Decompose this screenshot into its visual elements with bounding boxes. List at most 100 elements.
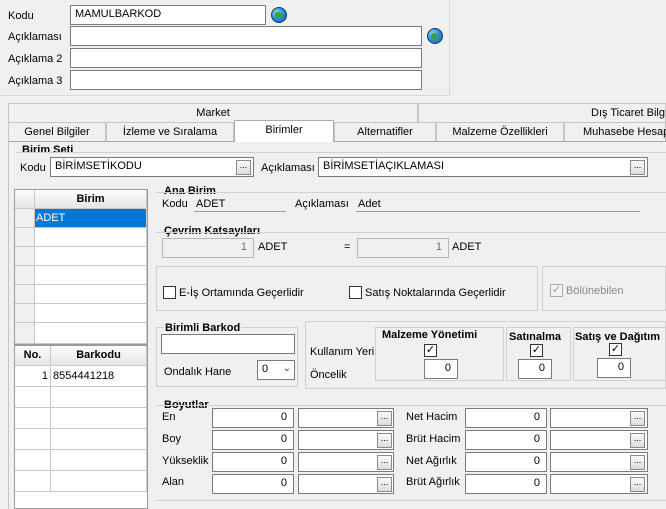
aciklamasi-label: Açıklaması xyxy=(8,31,62,43)
ana-birim-aciklamasi-value: Adet xyxy=(356,196,640,212)
table-row[interactable] xyxy=(15,408,51,429)
table-row[interactable]: ADET xyxy=(35,209,147,228)
satinalma-checkbox[interactable]: ✓ xyxy=(530,344,543,357)
table-row[interactable] xyxy=(35,247,147,266)
table-row[interactable] xyxy=(15,387,51,408)
kullanim-yeri-label: Kullanım Yeri xyxy=(310,346,375,358)
eis-checkbox[interactable] xyxy=(163,286,176,299)
birim-column-header[interactable]: Birim xyxy=(35,190,147,209)
table-row[interactable] xyxy=(51,387,147,408)
satis-dagitim-checkbox[interactable]: ✓ xyxy=(609,343,622,356)
ellipsis-icon[interactable]: ... xyxy=(630,455,645,470)
satis-dagitim-priority[interactable]: 0 xyxy=(597,358,631,378)
aciklama3-input[interactable] xyxy=(70,70,422,90)
yukseklik-input[interactable]: 0 xyxy=(212,452,294,472)
en-label: En xyxy=(162,411,176,423)
aciklamasi-input[interactable] xyxy=(70,26,422,46)
ellipsis-icon[interactable]: ... xyxy=(630,160,645,175)
birim-seti-aciklamasi-input[interactable]: BİRİMSETİAÇIKLAMASI xyxy=(318,157,648,177)
kodu-input[interactable]: MAMULBARKOD xyxy=(70,5,266,25)
tab-alternatifler[interactable]: Alternatifler xyxy=(334,122,436,142)
ellipsis-icon[interactable]: ... xyxy=(236,160,251,175)
cevrim-left-input: 1 xyxy=(162,238,254,258)
row-indicator[interactable] xyxy=(15,285,35,304)
birim-seti-kodu-input[interactable]: BİRİMSETİKODU xyxy=(50,157,254,177)
table-row[interactable] xyxy=(51,408,147,429)
boy-label: Boy xyxy=(162,433,181,445)
ondalik-hane-value: 0 xyxy=(262,363,269,375)
malzeme-yonetimi-priority[interactable]: 0 xyxy=(424,359,458,379)
table-row[interactable] xyxy=(35,228,147,247)
globe-icon[interactable] xyxy=(427,28,443,44)
row-indicator[interactable] xyxy=(15,247,35,266)
ondalik-hane-select[interactable]: 0 ⌄ xyxy=(257,360,295,380)
net-hacim-label: Net Hacim xyxy=(406,411,458,423)
tab-izleme-siralama[interactable]: İzleme ve Sıralama xyxy=(106,122,234,142)
row-indicator[interactable] xyxy=(15,266,35,285)
barkod-row-no[interactable]: 1 xyxy=(15,366,51,387)
tab-dis-ticaret[interactable]: Dış Ticaret Bilg xyxy=(418,103,666,123)
row-indicator[interactable] xyxy=(15,209,35,228)
alan-label: Alan xyxy=(162,476,185,488)
birim-seti-kodu-label: Kodu xyxy=(20,162,46,174)
table-row[interactable] xyxy=(51,429,147,450)
birimli-barkod-input[interactable] xyxy=(161,334,295,354)
table-row[interactable] xyxy=(51,450,147,471)
cevrim-left-unit: ADET xyxy=(258,241,288,253)
barkodu-column-header[interactable]: Barkodu xyxy=(51,346,147,366)
tab-malzeme-ozellikleri[interactable]: Malzeme Özellikleri xyxy=(436,122,564,142)
aciklama2-label: Açıklama 2 xyxy=(8,53,63,65)
ellipsis-icon[interactable]: ... xyxy=(377,411,392,426)
ellipsis-icon[interactable]: ... xyxy=(377,433,392,448)
ellipsis-icon[interactable]: ... xyxy=(630,433,645,448)
yukseklik-label: Yükseklik xyxy=(162,455,209,467)
table-row[interactable] xyxy=(35,285,147,304)
net-hacim-input[interactable]: 0 xyxy=(465,408,547,428)
ana-birim-divider xyxy=(156,192,666,193)
table-row[interactable] xyxy=(51,471,147,492)
ellipsis-icon[interactable]: ... xyxy=(630,411,645,426)
ellipsis-icon[interactable]: ... xyxy=(377,477,392,492)
ana-birim-kodu-value: ADET xyxy=(194,196,286,212)
satis-noktalari-checkbox[interactable] xyxy=(349,286,362,299)
table-row[interactable] xyxy=(15,450,51,471)
table-row[interactable] xyxy=(35,266,147,285)
no-column-header[interactable]: No. xyxy=(15,346,51,366)
satis-noktalari-label: Satış Noktalarında Geçerlidir xyxy=(365,287,506,299)
table-row[interactable] xyxy=(15,429,51,450)
boyutlar-divider xyxy=(156,405,666,406)
bolunebilen-label: Bölünebilen xyxy=(566,285,624,297)
aciklama3-label: Açıklama 3 xyxy=(8,75,63,87)
malzeme-yonetimi-checkbox[interactable]: ✓ xyxy=(424,344,437,357)
table-row[interactable] xyxy=(35,323,147,344)
brut-agirlik-input[interactable]: 0 xyxy=(465,474,547,494)
barkod-grid: No. Barkodu 1 8554441218 xyxy=(14,345,148,509)
cevrim-right-unit: ADET xyxy=(452,241,482,253)
row-indicator[interactable] xyxy=(15,228,35,247)
tab-market[interactable]: Market xyxy=(8,103,418,123)
tab-muhasebe-hesap[interactable]: Muhasebe Hesap xyxy=(564,122,666,142)
barkod-row-value[interactable]: 8554441218 xyxy=(51,366,147,387)
table-row[interactable] xyxy=(35,304,147,323)
tab-birimler[interactable]: Birimler xyxy=(234,120,334,142)
aciklama2-input[interactable] xyxy=(70,48,422,68)
bottom-divider xyxy=(156,500,666,501)
boy-input[interactable]: 0 xyxy=(212,430,294,450)
ellipsis-icon[interactable]: ... xyxy=(377,455,392,470)
table-row[interactable] xyxy=(15,471,51,492)
brut-hacim-input[interactable]: 0 xyxy=(465,430,547,450)
grid-corner xyxy=(15,190,35,209)
bolunebilen-checkbox: ✓ xyxy=(550,284,563,297)
globe-icon[interactable] xyxy=(271,7,287,23)
birimli-barkod-title: Birimli Barkod xyxy=(164,322,242,334)
ellipsis-icon[interactable]: ... xyxy=(630,477,645,492)
satinalma-priority[interactable]: 0 xyxy=(518,359,552,379)
oncelik-label: Öncelik xyxy=(310,369,347,381)
en-input[interactable]: 0 xyxy=(212,408,294,428)
row-indicator[interactable] xyxy=(15,304,35,323)
net-agirlik-input[interactable]: 0 xyxy=(465,452,547,472)
alan-input[interactable]: 0 xyxy=(212,474,294,494)
row-indicator[interactable] xyxy=(15,323,35,344)
tab-genel-bilgiler[interactable]: Genel Bilgiler xyxy=(8,122,106,142)
ana-birim-aciklamasi-label: Açıklaması xyxy=(295,198,349,210)
